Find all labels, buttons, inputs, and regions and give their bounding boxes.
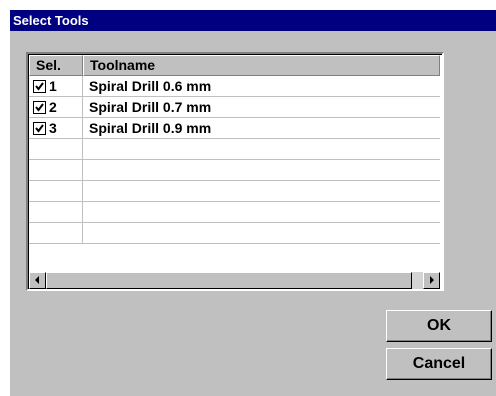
tool-number: 3 bbox=[49, 120, 57, 136]
table-rows: 1 Spiral Drill 0.6 mm 2 Spiral Drill 0.7 mm… bbox=[29, 76, 440, 244]
ok-button[interactable]: OK bbox=[386, 310, 492, 342]
scrollbar-thumb[interactable] bbox=[46, 272, 412, 289]
sel-cell[interactable] bbox=[29, 160, 83, 180]
column-header-toolname[interactable]: Toolname bbox=[83, 55, 440, 76]
table-row[interactable] bbox=[29, 223, 440, 244]
table-row[interactable] bbox=[29, 139, 440, 160]
table-row[interactable] bbox=[29, 160, 440, 181]
tool-number: 1 bbox=[49, 78, 57, 94]
horizontal-scrollbar[interactable] bbox=[29, 272, 440, 289]
table-row[interactable]: 1 Spiral Drill 0.6 mm bbox=[29, 76, 440, 97]
cancel-button[interactable]: Cancel bbox=[386, 348, 492, 380]
scroll-right-arrow-icon bbox=[430, 276, 434, 284]
tool-name: Spiral Drill 0.9 mm bbox=[89, 120, 212, 136]
tool-name: Spiral Drill 0.7 mm bbox=[89, 99, 212, 115]
sel-cell[interactable] bbox=[29, 181, 83, 201]
checkbox-check-icon bbox=[35, 124, 44, 133]
select-tools-dialog: Select Tools Sel. Toolname 1 Spiral Drill… bbox=[10, 10, 496, 396]
scroll-left-button[interactable] bbox=[29, 272, 46, 289]
sel-cell[interactable]: 2 bbox=[29, 97, 83, 117]
tools-list[interactable]: Sel. Toolname 1 Spiral Drill 0.6 mm 2 Spira… bbox=[26, 52, 444, 291]
scroll-right-button[interactable] bbox=[423, 272, 440, 289]
select-checkbox[interactable] bbox=[33, 122, 46, 135]
checkbox-check-icon bbox=[35, 103, 44, 112]
column-header-sel[interactable]: Sel. bbox=[29, 55, 83, 76]
sel-cell[interactable] bbox=[29, 202, 83, 222]
scroll-left-arrow-icon bbox=[35, 276, 39, 284]
table-row[interactable] bbox=[29, 181, 440, 202]
sel-cell[interactable] bbox=[29, 223, 83, 243]
sel-cell[interactable]: 3 bbox=[29, 118, 83, 138]
select-checkbox[interactable] bbox=[33, 101, 46, 114]
tool-name: Spiral Drill 0.6 mm bbox=[89, 78, 212, 94]
sel-cell[interactable] bbox=[29, 139, 83, 159]
select-checkbox[interactable] bbox=[33, 80, 46, 93]
table-row[interactable]: 2 Spiral Drill 0.7 mm bbox=[29, 97, 440, 118]
sel-cell[interactable]: 1 bbox=[29, 76, 83, 96]
table-row[interactable] bbox=[29, 202, 440, 223]
tool-number: 2 bbox=[49, 99, 57, 115]
tools-list-frame: Sel. Toolname 1 Spiral Drill 0.6 mm 2 Spira… bbox=[28, 54, 442, 289]
table-row[interactable]: 3 Spiral Drill 0.9 mm bbox=[29, 118, 440, 139]
checkbox-check-icon bbox=[35, 82, 44, 91]
dialog-title: Select Tools bbox=[10, 10, 496, 31]
